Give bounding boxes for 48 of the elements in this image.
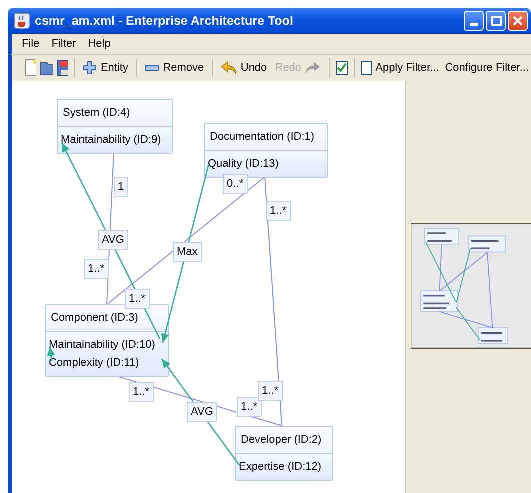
minimize-button[interactable]: [464, 11, 484, 31]
maximize-button[interactable]: [486, 11, 506, 31]
checkbox[interactable]: [360, 61, 372, 75]
attribute-label: Complexity (ID:11): [49, 356, 140, 371]
folder-icon[interactable]: [40, 60, 53, 76]
attribute-label: Maintainability (ID:10): [49, 338, 156, 353]
close-button[interactable]: [508, 11, 528, 31]
connector-label: AVG: [98, 230, 128, 250]
connector-label: 1: [114, 177, 128, 197]
undo-button[interactable]: Undo: [218, 61, 270, 75]
entity-title: Documentation (ID:1): [205, 124, 327, 151]
close-icon: [513, 16, 523, 26]
connector-label: 1..*: [125, 289, 150, 309]
maximize-icon: [490, 16, 502, 26]
entity-box[interactable]: Developer (ID:2) Expertise (ID:12): [235, 426, 333, 481]
menu-item[interactable]: Filter: [46, 38, 82, 50]
attribute-label: Maintainability (ID:9): [61, 133, 162, 148]
minimize-icon: [470, 23, 478, 26]
connector-label: 0..*: [223, 174, 248, 194]
entity-box[interactable]: System (ID:4) Maintainability (ID:9): [57, 99, 173, 154]
redo-arrow-icon: [305, 61, 322, 75]
menu-item[interactable]: File: [16, 38, 46, 50]
configure-filter-button[interactable]: Configure Filter...: [443, 62, 531, 74]
window-title: csmr_am.xml - Enterprise Architecture Tool: [35, 14, 294, 28]
entity-title: Developer (ID:2): [236, 427, 332, 454]
apply-filter-label[interactable]: Apply Filter...: [376, 62, 440, 74]
connector-label: 1..*: [258, 381, 283, 401]
new-file-icon[interactable]: [24, 59, 36, 77]
connector-label: 1..*: [266, 201, 291, 221]
checkbox[interactable]: [336, 61, 348, 75]
coffee-cup-icon: [14, 13, 30, 29]
entity-box[interactable]: Documentation (ID:1) Quality (ID:13): [204, 123, 328, 178]
attribute-label: Quality (ID:13): [208, 157, 280, 172]
plus-icon: [82, 61, 97, 75]
connector-label: 1..*: [84, 259, 109, 279]
attribute-label: Expertise (ID:12): [239, 460, 323, 475]
minus-icon: [145, 65, 160, 71]
entity-title: System (ID:4): [58, 100, 172, 127]
connector-label: 1..*: [129, 382, 154, 402]
remove-button[interactable]: Remove: [143, 62, 206, 74]
connector-label: Max: [173, 242, 202, 262]
connector-label: 1..*: [237, 397, 262, 417]
connector-label: AVG: [187, 402, 218, 422]
menu-item[interactable]: Help: [82, 38, 117, 50]
entity-box[interactable]: Component (ID:3) Maintainability (ID:10) Complexity (ID:11): [45, 304, 169, 377]
add-entity-button[interactable]: Entity: [80, 61, 130, 75]
entity-title: Component (ID:3): [46, 305, 168, 332]
undo-arrow-icon: [220, 61, 237, 75]
